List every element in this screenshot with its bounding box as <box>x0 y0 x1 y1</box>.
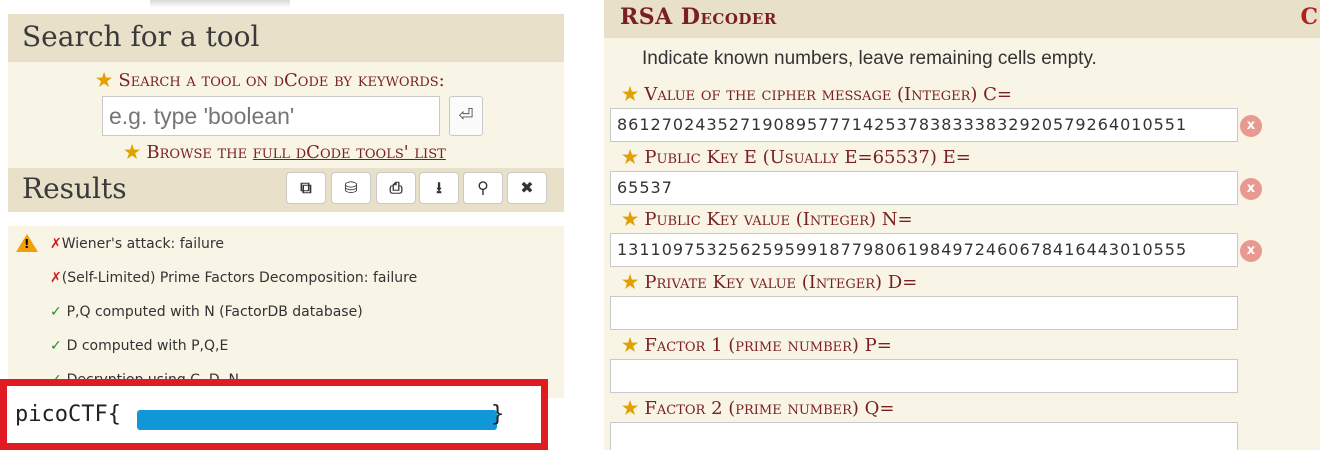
public-key-n-input[interactable]: 1311097532562595991877980619849724606784… <box>610 233 1238 267</box>
field-d-label: ★ Private Key value (Integer) D= <box>622 272 917 293</box>
close-icon: ✖ <box>520 178 534 197</box>
clear-n-button[interactable]: x <box>1240 240 1262 262</box>
x-icon: ✗ <box>50 270 62 286</box>
browse-line: ★ Browse the full dCode tools' list <box>124 142 446 163</box>
copy-button[interactable]: ⧉ <box>286 172 326 204</box>
copy-icon: ⧉ <box>300 178 312 197</box>
field-q-label: ★ Factor 2 (prime number) Q= <box>622 398 895 419</box>
pin-icon: ⚲ <box>477 178 489 197</box>
results-list: ! ✗Wiener's attack: failure ✗(Self-Limit… <box>8 226 564 398</box>
clear-icon: x <box>1246 181 1256 196</box>
print-icon: ⎙ <box>389 178 403 197</box>
private-key-d-input[interactable] <box>610 296 1238 330</box>
download-icon: ⭳ <box>436 178 442 197</box>
enter-icon: ⏎ <box>458 105 474 126</box>
result-text: Wiener's attack: failure <box>61 236 224 252</box>
pin-button[interactable]: ⚲ <box>463 172 503 204</box>
flag-prefix: picoCTF{ <box>15 402 121 427</box>
search-label-text: Search a tool on dCode by keywords: <box>118 70 445 91</box>
factor-q-input[interactable] <box>610 422 1238 450</box>
result-item: ✗Wiener's attack: failure <box>50 236 224 252</box>
star-icon: ★ <box>96 70 119 91</box>
print-button[interactable]: ⎙ <box>376 172 416 204</box>
field-p-label-text: Factor 1 (prime number) P= <box>644 335 892 356</box>
clear-e-button[interactable]: x <box>1240 178 1262 200</box>
instructions: Indicate known numbers, leave remaining … <box>642 48 1097 69</box>
star-icon: ★ <box>622 209 645 230</box>
redaction-bar <box>137 410 497 430</box>
search-label: ★ Search a tool on dCode by keywords: <box>96 70 445 91</box>
field-p-label: ★ Factor 1 (prime number) P= <box>622 335 892 356</box>
check-icon: ✓ <box>50 338 67 354</box>
search-header: Search for a tool <box>8 14 564 62</box>
clear-icon: x <box>1246 118 1256 133</box>
browse-prefix: Browse the <box>146 142 253 163</box>
browse-tools-link[interactable]: full dCode tools' list <box>253 142 446 163</box>
result-text: (Self-Limited) Prime Factors Decompositi… <box>61 270 418 286</box>
clear-icon: x <box>1246 243 1256 258</box>
field-c-label: ★ Value of the cipher message (Integer) … <box>622 84 1012 105</box>
star-icon: ★ <box>622 84 645 105</box>
flag-suffix: } <box>491 402 505 427</box>
flag-highlight-box: picoCTF{ } <box>0 379 548 450</box>
panel-divider <box>580 0 604 450</box>
field-n-label-text: Public Key value (Integer) N= <box>644 209 913 230</box>
search-title: Search for a tool <box>22 20 260 53</box>
result-text: D computed with P,Q,E <box>66 338 229 354</box>
factor-p-input[interactable] <box>610 359 1238 393</box>
search-input[interactable] <box>102 96 440 136</box>
star-icon: ★ <box>622 147 645 168</box>
field-q-label-text: Factor 2 (prime number) Q= <box>644 398 895 419</box>
field-n-label: ★ Public Key value (Integer) N= <box>622 209 913 230</box>
public-key-e-input[interactable]: 65537 <box>610 171 1238 205</box>
result-item: ✓ P,Q computed with N (FactorDB database… <box>50 304 363 320</box>
check-icon: ✓ <box>50 304 67 320</box>
top-shadow <box>150 0 290 8</box>
results-title: Results <box>22 172 127 205</box>
result-item: ✗(Self-Limited) Prime Factors Decomposit… <box>50 270 417 286</box>
clear-c-button[interactable]: x <box>1240 115 1262 137</box>
x-icon: ✗ <box>50 236 62 252</box>
cipher-c-input[interactable]: 8612702435271908957771425378383338329205… <box>610 108 1238 142</box>
warning-icon: ! <box>16 234 38 252</box>
rsa-title: RSA Decoder <box>620 4 777 30</box>
rsa-decoder-panel: RSA Decoder C Indicate known numbers, le… <box>604 0 1320 450</box>
database-button[interactable]: ⛁ <box>331 172 371 204</box>
star-icon: ★ <box>622 272 645 293</box>
field-e-label: ★ Public Key E (Usually E=65537) E= <box>622 147 971 168</box>
left-panel: Search for a tool ★ Search a tool on dCo… <box>0 0 580 450</box>
search-button[interactable]: ⏎ <box>449 96 483 136</box>
close-button[interactable]: ✖ <box>507 172 547 204</box>
star-icon: ★ <box>622 335 645 356</box>
star-icon: ★ <box>124 142 147 163</box>
results-header: Results ⧉ ⛁ ⎙ ⭳ ⚲ ✖ <box>8 168 564 212</box>
download-button[interactable]: ⭳ <box>419 172 459 204</box>
star-icon: ★ <box>622 398 645 419</box>
database-icon: ⛁ <box>344 178 358 197</box>
field-e-label-text: Public Key E (Usually E=65537) E= <box>644 147 971 168</box>
result-item: ✓ D computed with P,Q,E <box>50 338 228 354</box>
rsa-header: RSA Decoder C <box>604 0 1320 38</box>
result-text: P,Q computed with N (FactorDB database) <box>66 304 363 320</box>
field-c-label-text: Value of the cipher message (Integer) C= <box>644 84 1012 105</box>
field-d-label-text: Private Key value (Integer) D= <box>644 272 918 293</box>
header-cut-off-text: C <box>1300 4 1318 30</box>
